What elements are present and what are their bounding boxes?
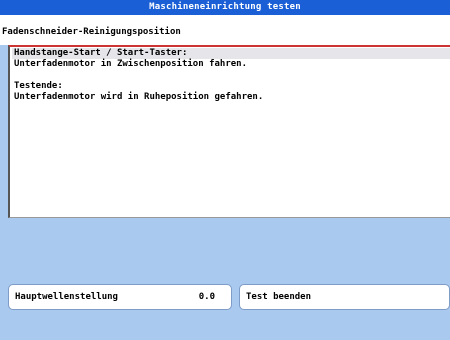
instructions-panel: Handstange-Start / Start-Taster: Unterfa… [8, 45, 450, 218]
page-title: Fadenschneider-Reinigungsposition [2, 27, 181, 37]
end-test-label: Test beenden [246, 292, 312, 302]
main-shaft-value: 0.0 [198, 292, 215, 302]
end-test-button[interactable]: Test beenden [239, 284, 450, 310]
instruction-line-start: Handstange-Start / Start-Taster: [12, 48, 450, 59]
instruction-line-end: Testende: [14, 81, 63, 91]
main-shaft-position-button[interactable]: Hauptwellenstellung 0.0 [8, 284, 232, 310]
window-title: Maschineneinrichtung testen [0, 0, 450, 15]
main-shaft-label: Hauptwellenstellung [15, 292, 118, 302]
instruction-line-end-action: Unterfadenmotor wird in Ruheposition gef… [14, 92, 264, 102]
page-header: Fadenschneider-Reinigungsposition [0, 15, 450, 45]
instruction-line-start-action: Unterfadenmotor in Zwischenposition fahr… [14, 59, 247, 69]
